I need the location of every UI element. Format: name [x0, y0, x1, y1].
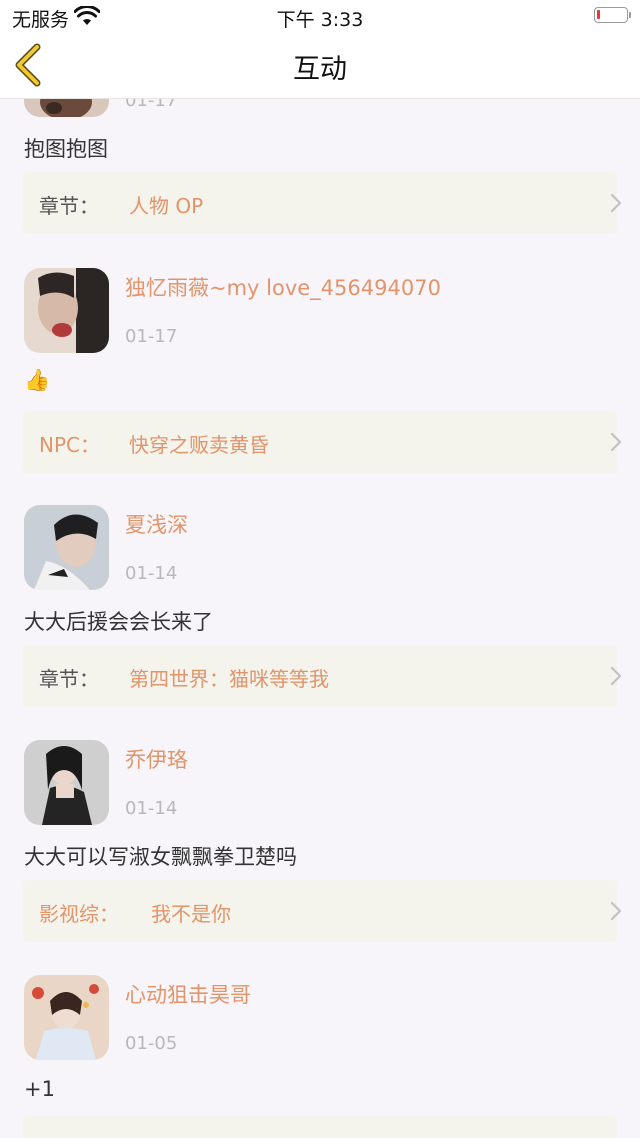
comment-date: 01-14 — [125, 798, 178, 819]
source-card[interactable]: NPC： 快穿之贩卖黄昏 — [23, 411, 622, 473]
status-bar: 无服务 下午 3:33 — [0, 0, 640, 32]
status-time: 下午 3:33 — [276, 9, 364, 31]
chevron-right-icon — [610, 193, 622, 213]
source-type-label: 章节： — [39, 194, 99, 218]
comment-text: 大大后援会会长来了 — [24, 610, 213, 634]
avatar[interactable] — [24, 740, 109, 825]
username[interactable]: 夏浅深 — [125, 509, 188, 539]
comment-text: 👍 — [24, 368, 51, 392]
comment-text: 大大可以写淑女飘飘拳卫楚吗 — [24, 845, 297, 869]
comment-date: 01-14 — [125, 563, 178, 584]
source-type-label: 影视综： — [39, 902, 119, 926]
username[interactable]: 乔伊珞 — [125, 744, 188, 774]
comment-list[interactable]: 01-17 抱图抱图 章节： 人物 OP 独忆雨薇~my love_456494… — [0, 0, 640, 1138]
source-type-label: NPC： — [39, 433, 100, 457]
comment-text: +1 — [24, 1077, 55, 1101]
source-type-label: 章节： — [39, 667, 99, 691]
source-name: 第四世界：猫咪等等我 — [129, 667, 329, 691]
chevron-right-icon — [610, 666, 622, 686]
source-card[interactable]: 影视综： 我不是你 — [23, 880, 622, 942]
comment-date: 01-17 — [125, 326, 178, 347]
username[interactable]: 心动狙击昊哥 — [125, 979, 251, 1009]
source-card[interactable]: 章节： 人物 OP — [23, 172, 622, 234]
battery-level — [597, 10, 600, 19]
battery-tip — [629, 12, 631, 18]
source-name: 人物 OP — [129, 194, 204, 218]
page-title: 互动 — [293, 54, 347, 85]
username[interactable]: 独忆雨薇~my love_456494070 — [125, 272, 441, 302]
avatar[interactable] — [24, 505, 109, 590]
comment-date: 01-05 — [125, 1033, 178, 1054]
source-name: 我不是你 — [151, 902, 231, 926]
chevron-right-icon — [610, 901, 622, 921]
source-card[interactable]: 章节： 第四世界：猫咪等等我 — [23, 645, 622, 707]
avatar[interactable] — [24, 268, 109, 353]
source-card-partial[interactable] — [23, 1116, 617, 1138]
chevron-right-icon — [610, 432, 622, 452]
comment-text: 抱图抱图 — [24, 137, 108, 161]
battery-icon — [594, 7, 628, 23]
avatar[interactable] — [24, 975, 109, 1060]
nav-bar: 互动 — [0, 32, 640, 99]
source-name: 快穿之贩卖黄昏 — [129, 433, 269, 457]
